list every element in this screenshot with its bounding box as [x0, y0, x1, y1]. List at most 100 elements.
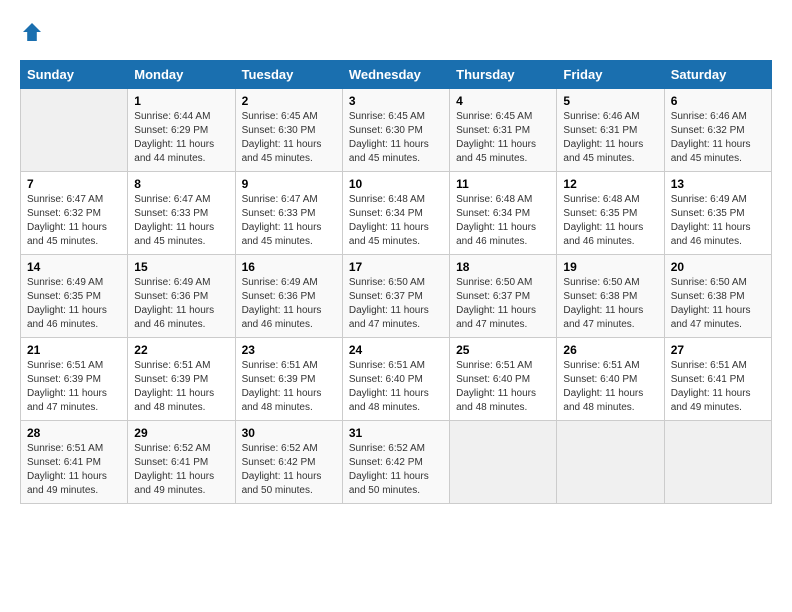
calendar-week-row: 28Sunrise: 6:51 AMSunset: 6:41 PMDayligh…: [21, 421, 772, 504]
day-info: Sunrise: 6:48 AMSunset: 6:34 PMDaylight:…: [349, 193, 443, 249]
day-number: 27: [671, 343, 765, 357]
day-info: Sunrise: 6:46 AMSunset: 6:32 PMDaylight:…: [671, 110, 765, 166]
calendar-cell: 11 Sunrise: 6:48 AMSunset: 6:34 PMDayligh…: [450, 172, 557, 255]
day-info: Sunrise: 6:48 AMSunset: 6:34 PMDaylight:…: [456, 193, 550, 249]
weekday-header-sunday: Sunday: [21, 61, 128, 89]
calendar-cell: 2 Sunrise: 6:45 AMSunset: 6:30 PMDaylight…: [235, 89, 342, 172]
day-number: 14: [27, 260, 121, 274]
calendar-cell: 9 Sunrise: 6:47 AMSunset: 6:33 PMDaylight…: [235, 172, 342, 255]
calendar-cell: 6 Sunrise: 6:46 AMSunset: 6:32 PMDaylight…: [664, 89, 771, 172]
calendar-cell: 1 Sunrise: 6:44 AMSunset: 6:29 PMDaylight…: [128, 89, 235, 172]
calendar-week-row: 7Sunrise: 6:47 AMSunset: 6:32 PMDaylight…: [21, 172, 772, 255]
weekday-header-friday: Friday: [557, 61, 664, 89]
day-info: Sunrise: 6:51 AMSunset: 6:41 PMDaylight:…: [671, 359, 765, 415]
day-number: 10: [349, 177, 443, 191]
day-number: 1: [134, 94, 228, 108]
day-info: Sunrise: 6:47 AMSunset: 6:33 PMDaylight:…: [134, 193, 228, 249]
calendar-cell: 16 Sunrise: 6:49 AMSunset: 6:36 PMDayligh…: [235, 255, 342, 338]
calendar-cell: [450, 421, 557, 504]
weekday-header-tuesday: Tuesday: [235, 61, 342, 89]
day-number: 13: [671, 177, 765, 191]
logo: [20, 20, 48, 44]
day-info: Sunrise: 6:49 AMSunset: 6:36 PMDaylight:…: [242, 276, 336, 332]
calendar-cell: 22 Sunrise: 6:51 AMSunset: 6:39 PMDayligh…: [128, 338, 235, 421]
day-info: Sunrise: 6:51 AMSunset: 6:40 PMDaylight:…: [349, 359, 443, 415]
logo-icon: [20, 20, 44, 44]
day-number: 9: [242, 177, 336, 191]
weekday-header-thursday: Thursday: [450, 61, 557, 89]
calendar-cell: 19 Sunrise: 6:50 AMSunset: 6:38 PMDayligh…: [557, 255, 664, 338]
day-number: 17: [349, 260, 443, 274]
day-number: 16: [242, 260, 336, 274]
day-info: Sunrise: 6:46 AMSunset: 6:31 PMDaylight:…: [563, 110, 657, 166]
day-info: Sunrise: 6:49 AMSunset: 6:35 PMDaylight:…: [671, 193, 765, 249]
calendar-cell: 8Sunrise: 6:47 AMSunset: 6:33 PMDaylight…: [128, 172, 235, 255]
day-number: 24: [349, 343, 443, 357]
calendar-cell: 4 Sunrise: 6:45 AMSunset: 6:31 PMDaylight…: [450, 89, 557, 172]
calendar-table: SundayMondayTuesdayWednesdayThursdayFrid…: [20, 60, 772, 504]
day-info: Sunrise: 6:50 AMSunset: 6:38 PMDaylight:…: [671, 276, 765, 332]
day-info: Sunrise: 6:45 AMSunset: 6:30 PMDaylight:…: [242, 110, 336, 166]
day-number: 2: [242, 94, 336, 108]
day-info: Sunrise: 6:44 AMSunset: 6:29 PMDaylight:…: [134, 110, 228, 166]
calendar-cell: 18 Sunrise: 6:50 AMSunset: 6:37 PMDayligh…: [450, 255, 557, 338]
calendar-cell: 30 Sunrise: 6:52 AMSunset: 6:42 PMDayligh…: [235, 421, 342, 504]
day-info: Sunrise: 6:45 AMSunset: 6:30 PMDaylight:…: [349, 110, 443, 166]
page-header: [20, 20, 772, 44]
calendar-cell: 3 Sunrise: 6:45 AMSunset: 6:30 PMDaylight…: [342, 89, 449, 172]
day-info: Sunrise: 6:51 AMSunset: 6:39 PMDaylight:…: [27, 359, 121, 415]
day-number: 26: [563, 343, 657, 357]
day-number: 6: [671, 94, 765, 108]
day-number: 31: [349, 426, 443, 440]
calendar-cell: [21, 89, 128, 172]
calendar-cell: 5 Sunrise: 6:46 AMSunset: 6:31 PMDaylight…: [557, 89, 664, 172]
day-info: Sunrise: 6:45 AMSunset: 6:31 PMDaylight:…: [456, 110, 550, 166]
day-number: 21: [27, 343, 121, 357]
day-info: Sunrise: 6:51 AMSunset: 6:39 PMDaylight:…: [242, 359, 336, 415]
day-info: Sunrise: 6:51 AMSunset: 6:40 PMDaylight:…: [563, 359, 657, 415]
day-number: 19: [563, 260, 657, 274]
day-number: 30: [242, 426, 336, 440]
day-info: Sunrise: 6:51 AMSunset: 6:40 PMDaylight:…: [456, 359, 550, 415]
calendar-cell: 28Sunrise: 6:51 AMSunset: 6:41 PMDayligh…: [21, 421, 128, 504]
day-number: 15: [134, 260, 228, 274]
calendar-cell: 25Sunrise: 6:51 AMSunset: 6:40 PMDayligh…: [450, 338, 557, 421]
day-info: Sunrise: 6:47 AMSunset: 6:33 PMDaylight:…: [242, 193, 336, 249]
day-info: Sunrise: 6:51 AMSunset: 6:39 PMDaylight:…: [134, 359, 228, 415]
weekday-header-row: SundayMondayTuesdayWednesdayThursdayFrid…: [21, 61, 772, 89]
calendar-cell: 17Sunrise: 6:50 AMSunset: 6:37 PMDayligh…: [342, 255, 449, 338]
calendar-cell: 31Sunrise: 6:52 AMSunset: 6:42 PMDayligh…: [342, 421, 449, 504]
calendar-cell: 20Sunrise: 6:50 AMSunset: 6:38 PMDayligh…: [664, 255, 771, 338]
day-info: Sunrise: 6:48 AMSunset: 6:35 PMDaylight:…: [563, 193, 657, 249]
calendar-cell: 23 Sunrise: 6:51 AMSunset: 6:39 PMDayligh…: [235, 338, 342, 421]
day-number: 11: [456, 177, 550, 191]
calendar-cell: 29Sunrise: 6:52 AMSunset: 6:41 PMDayligh…: [128, 421, 235, 504]
day-number: 23: [242, 343, 336, 357]
calendar-cell: 10 Sunrise: 6:48 AMSunset: 6:34 PMDayligh…: [342, 172, 449, 255]
calendar-cell: 12 Sunrise: 6:48 AMSunset: 6:35 PMDayligh…: [557, 172, 664, 255]
weekday-header-saturday: Saturday: [664, 61, 771, 89]
day-number: 4: [456, 94, 550, 108]
day-number: 18: [456, 260, 550, 274]
day-number: 7: [27, 177, 121, 191]
calendar-cell: 27 Sunrise: 6:51 AMSunset: 6:41 PMDayligh…: [664, 338, 771, 421]
calendar-cell: 15Sunrise: 6:49 AMSunset: 6:36 PMDayligh…: [128, 255, 235, 338]
calendar-cell: 13 Sunrise: 6:49 AMSunset: 6:35 PMDayligh…: [664, 172, 771, 255]
day-info: Sunrise: 6:50 AMSunset: 6:37 PMDaylight:…: [456, 276, 550, 332]
weekday-header-monday: Monday: [128, 61, 235, 89]
day-info: Sunrise: 6:50 AMSunset: 6:38 PMDaylight:…: [563, 276, 657, 332]
day-number: 5: [563, 94, 657, 108]
day-number: 12: [563, 177, 657, 191]
calendar-cell: [557, 421, 664, 504]
weekday-header-wednesday: Wednesday: [342, 61, 449, 89]
calendar-week-row: 21 Sunrise: 6:51 AMSunset: 6:39 PMDayligh…: [21, 338, 772, 421]
day-info: Sunrise: 6:52 AMSunset: 6:42 PMDaylight:…: [242, 442, 336, 498]
day-number: 3: [349, 94, 443, 108]
calendar-cell: [664, 421, 771, 504]
day-number: 22: [134, 343, 228, 357]
calendar-cell: 7Sunrise: 6:47 AMSunset: 6:32 PMDaylight…: [21, 172, 128, 255]
calendar-cell: 24 Sunrise: 6:51 AMSunset: 6:40 PMDayligh…: [342, 338, 449, 421]
calendar-week-row: 1 Sunrise: 6:44 AMSunset: 6:29 PMDaylight…: [21, 89, 772, 172]
calendar-cell: 26 Sunrise: 6:51 AMSunset: 6:40 PMDayligh…: [557, 338, 664, 421]
calendar-cell: 21 Sunrise: 6:51 AMSunset: 6:39 PMDayligh…: [21, 338, 128, 421]
